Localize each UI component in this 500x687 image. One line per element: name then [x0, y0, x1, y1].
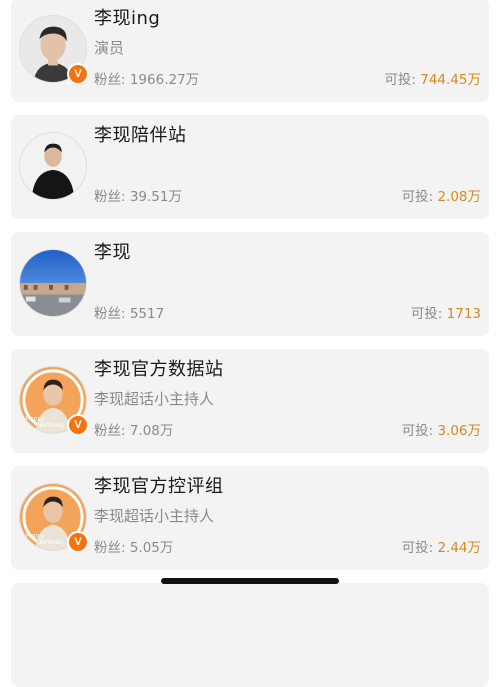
avatar-text: Happy [26, 416, 45, 422]
home-indicator[interactable] [161, 578, 339, 584]
invest-value: 2.08万 [437, 189, 481, 205]
fans-count: 粉丝: 7.08万 [94, 423, 174, 439]
blue-sky-street-icon [20, 250, 86, 316]
account-card[interactable]: 李现陪伴站 粉丝: 39.51万 可投: 2.08万 [11, 115, 489, 219]
invest-label: 可投: [410, 306, 447, 322]
account-name[interactable]: 李现ing [94, 4, 160, 30]
account-card[interactable]: Happy Birthday V 李现官方数据站 李现超话小主持人 粉丝: 7.… [11, 349, 489, 453]
account-card[interactable] [11, 583, 489, 687]
account-name[interactable]: 李现官方数据站 [94, 355, 224, 381]
invest-label: 可投: [401, 423, 438, 439]
account-card[interactable]: V 李现ing 演员 粉丝: 1966.27万 可投: 744.45万 [11, 0, 489, 102]
invest-value: 2.44万 [437, 540, 481, 556]
account-name[interactable]: 李现 [94, 238, 131, 264]
invest-label: 可投: [401, 189, 438, 205]
account-card[interactable]: Happy Birthday V 李现官方控评组 李现超话小主持人 粉丝: 5.… [11, 466, 489, 570]
verified-badge: V [67, 63, 89, 85]
invest-value: 1713 [446, 306, 481, 322]
invest-value: 744.45万 [420, 72, 481, 88]
investable-amount: 可投: 2.08万 [402, 185, 481, 205]
avatar-text: Birthday [39, 540, 64, 546]
avatar[interactable] [19, 249, 87, 317]
account-description: 演员 [94, 39, 125, 57]
avatar-text: Birthday [39, 423, 64, 429]
investable-amount: 可投: 3.06万 [402, 419, 481, 439]
account-description: 李现超话小主持人 [94, 390, 215, 408]
invest-label: 可投: [401, 540, 438, 556]
fans-count: 粉丝: 39.51万 [94, 189, 182, 205]
fans-count: 粉丝: 1966.27万 [94, 72, 200, 88]
verified-badge: V [67, 414, 89, 436]
account-card[interactable]: 李现 粉丝: 5517 可投: 1713 [11, 232, 489, 336]
account-name[interactable]: 李现陪伴站 [94, 121, 187, 147]
investable-amount: 可投: 1713 [411, 302, 481, 322]
avatar[interactable] [19, 132, 87, 200]
fans-count: 粉丝: 5517 [94, 306, 165, 322]
avatar-text: Happy [26, 533, 45, 539]
investable-amount: 可投: 2.44万 [402, 536, 481, 556]
account-description: 李现超话小主持人 [94, 507, 215, 525]
fans-count: 粉丝: 5.05万 [94, 540, 174, 556]
investable-amount: 可投: 744.45万 [384, 68, 481, 88]
invest-value: 3.06万 [437, 423, 481, 439]
invest-label: 可投: [384, 72, 421, 88]
account-name[interactable]: 李现官方控评组 [94, 472, 224, 498]
portrait-man-black-shirt-icon [20, 133, 86, 199]
verified-badge: V [67, 531, 89, 553]
